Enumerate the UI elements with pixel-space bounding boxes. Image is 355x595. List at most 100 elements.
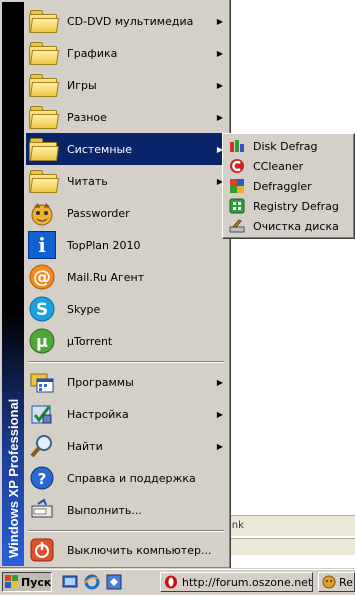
windows-logo-icon <box>5 575 18 588</box>
task-button-opera[interactable]: http://forum.oszone.net... <box>160 572 313 592</box>
svg-text:S: S <box>36 300 48 320</box>
svg-text:@: @ <box>33 267 51 288</box>
skype-icon: S <box>26 293 58 325</box>
submenu-arrow-icon: ▶ <box>216 16 224 26</box>
menu-item-label: Найти <box>67 439 103 453</box>
menu-item-read[interactable]: Читать ▶ <box>26 165 226 197</box>
menu-item-label: Skype <box>67 302 101 316</box>
menu-item-misc[interactable]: Разное ▶ <box>26 101 226 133</box>
quick-launch-icon[interactable] <box>106 574 122 590</box>
app-icon <box>322 575 336 589</box>
system-submenu: Disk Defrag CCleaner Defraggler Registry… <box>222 133 355 239</box>
menu-item-shutdown[interactable]: Выключить компьютер... <box>26 534 226 566</box>
menu-item-search[interactable]: Найти ▶ <box>26 430 226 462</box>
programs-icon <box>26 366 58 398</box>
menu-item-label: Графика <box>67 46 118 60</box>
submenu-arrow-icon: ▶ <box>216 441 224 451</box>
background-window-statusbar <box>230 538 355 555</box>
opera-icon <box>165 575 177 589</box>
submenu-arrow-icon: ▶ <box>216 48 224 58</box>
background-window: ink <box>229 0 355 570</box>
submenu-item-label: Defraggler <box>253 179 312 193</box>
menu-item-label: Справка и поддержка <box>67 471 196 485</box>
submenu-item-disk-cleanup[interactable]: Очистка диска <box>226 216 351 236</box>
folder-icon <box>26 69 60 101</box>
svg-text:µ: µ <box>36 332 48 351</box>
menu-item-label: Программы <box>67 375 134 389</box>
disk-defrag-icon <box>229 138 245 154</box>
submenu-item-label: Disk Defrag <box>253 139 318 153</box>
folder-icon <box>26 101 60 133</box>
submenu-item-disk-defrag[interactable]: Disk Defrag <box>226 136 351 156</box>
menu-item-run[interactable]: Выполнить... <box>26 494 226 526</box>
task-button-app[interactable]: Re <box>318 572 355 592</box>
submenu-arrow-icon: ▶ <box>216 377 224 387</box>
search-icon <box>26 430 58 462</box>
ccleaner-icon <box>229 158 245 174</box>
settings-icon <box>26 398 58 430</box>
taskbar: Пуск http://forum.oszone.net... Re <box>0 569 355 595</box>
menu-item-mailru-agent[interactable]: @ Mail.Ru Агент <box>26 261 226 293</box>
background-window-text: ink <box>229 520 244 531</box>
submenu-item-registry-defrag[interactable]: Registry Defrag <box>226 196 351 216</box>
banner-text: Windows XP Professional <box>6 398 21 558</box>
submenu-item-defraggler[interactable]: Defraggler <box>226 176 351 196</box>
submenu-item-label: Очистка диска <box>253 219 339 233</box>
submenu-arrow-icon: ▶ <box>216 409 224 419</box>
menu-item-label: Разное <box>67 110 107 124</box>
menu-separator <box>28 530 224 532</box>
task-label: http://forum.oszone.net... <box>182 575 313 589</box>
menu-item-label: Игры <box>67 78 97 92</box>
menu-item-help[interactable]: ? Справка и поддержка <box>26 462 226 494</box>
menu-item-topplan[interactable]: i TopPlan 2010 <box>26 229 226 261</box>
submenu-item-label: CCleaner <box>253 159 304 173</box>
shutdown-icon <box>26 534 58 566</box>
start-label: Пуск <box>21 575 52 589</box>
start-menu: Windows XP Professional CD-DVD мультимед… <box>0 0 231 569</box>
menu-item-skype[interactable]: S Skype <box>26 293 226 325</box>
folder-icon <box>26 37 60 69</box>
menu-item-label: Mail.Ru Агент <box>67 270 145 284</box>
folder-icon <box>26 133 60 165</box>
menu-item-cd-dvd[interactable]: CD-DVD мультимедиа ▶ <box>26 5 226 37</box>
submenu-arrow-icon: ▶ <box>216 80 224 90</box>
menu-item-label: µTorrent <box>67 334 113 348</box>
menu-item-label: Выключить компьютер... <box>67 543 212 557</box>
menu-separator <box>28 361 224 363</box>
menu-item-programs[interactable]: Программы ▶ <box>26 366 226 398</box>
passworder-icon <box>26 197 58 229</box>
menu-item-graphics[interactable]: Графика ▶ <box>26 37 226 69</box>
mailru-agent-icon: @ <box>26 261 58 293</box>
windows-xp-banner: Windows XP Professional <box>2 2 24 566</box>
task-label: Re <box>339 575 353 589</box>
menu-item-label: Системные <box>67 142 132 156</box>
run-icon <box>26 494 58 526</box>
menu-item-label: TopPlan 2010 <box>67 238 141 252</box>
menu-item-system[interactable]: Системные ▶ <box>26 133 226 165</box>
menu-item-label: CD-DVD мультимедиа <box>67 14 194 28</box>
menu-item-settings[interactable]: Настройка ▶ <box>26 398 226 430</box>
menu-item-passworder[interactable]: Passworder <box>26 197 226 229</box>
folder-icon <box>26 165 60 197</box>
show-desktop-icon[interactable] <box>62 574 78 590</box>
menu-item-label: Выполнить... <box>67 503 142 517</box>
topplan-icon: i <box>26 229 58 261</box>
submenu-arrow-icon: ▶ <box>216 112 224 122</box>
menu-item-label: Читать <box>67 174 108 188</box>
svg-text:?: ? <box>38 470 47 488</box>
menu-item-label: Passworder <box>67 206 130 220</box>
utorrent-icon: µ <box>26 325 58 357</box>
submenu-item-ccleaner[interactable]: CCleaner <box>226 156 351 176</box>
start-button[interactable]: Пуск <box>2 572 52 592</box>
menu-item-label: Настройка <box>67 407 129 421</box>
background-window-bar: ink <box>229 515 355 536</box>
submenu-item-label: Registry Defrag <box>253 199 339 213</box>
help-icon: ? <box>26 462 58 494</box>
internet-explorer-icon[interactable] <box>84 574 100 590</box>
folder-icon <box>26 5 60 37</box>
defraggler-icon <box>229 178 245 194</box>
disk-cleanup-icon <box>229 218 245 234</box>
registry-defrag-icon <box>229 198 245 214</box>
menu-item-games[interactable]: Игры ▶ <box>26 69 226 101</box>
menu-item-utorrent[interactable]: µ µTorrent <box>26 325 226 357</box>
